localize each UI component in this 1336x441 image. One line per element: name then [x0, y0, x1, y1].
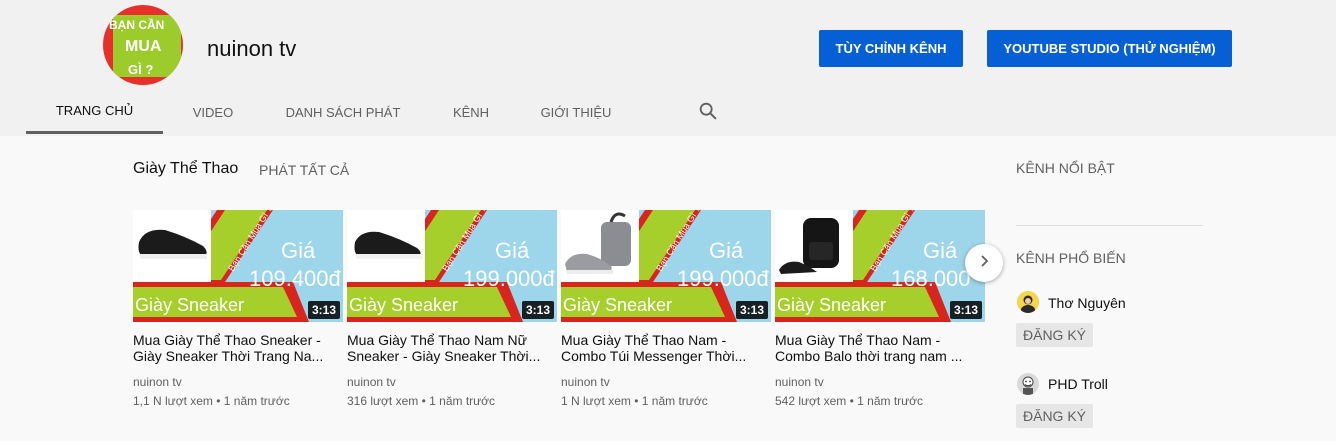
video-title[interactable]: Mua Giày Thể Thao Nam - Combo Túi Messen… [561, 332, 771, 366]
avatar-text-line-1: BẠN CẦN [109, 18, 165, 32]
video-card[interactable]: Bạn Cần Mua Gì ? Giá 199.000đ Giày Sneak… [561, 210, 771, 408]
video-thumbnail[interactable]: Bạn Cần Mua Gì ? Giá 199.000đ Giày Sneak… [347, 210, 557, 322]
avatar-text-line-3: GÌ ? [128, 62, 154, 77]
thumbnail-price-label: Giá [923, 238, 958, 263]
channel-tabs: TRANG CHỦ VIDEO DANH SÁCH PHÁT KÊNH GIỚI… [26, 90, 633, 136]
avatar-text-line-2: MUA [125, 38, 162, 55]
channel-avatar-phd-troll[interactable] [1017, 373, 1039, 395]
video-thumbnail[interactable]: Bạn Cần Mua Gì ? Giá 199.000đ Giày Sneak… [561, 210, 771, 322]
subscribe-button[interactable]: ĐĂNG KÝ [1016, 404, 1094, 428]
thumbnail-price-label: Giá [495, 238, 530, 263]
video-meta: 1 N lượt xem • 1 năm trước [561, 394, 708, 408]
thumbnail-price-label: Giá [281, 238, 316, 263]
youtube-studio-button[interactable]: YOUTUBE STUDIO (THỬ NGHIỆM) [987, 30, 1232, 67]
thumbnail-price: 109.400đ [249, 266, 341, 291]
video-duration: 3:13 [735, 301, 768, 319]
thumbnail-caption: Giày Sneaker [135, 295, 245, 315]
channel-avatar-tho-nguyen[interactable] [1017, 291, 1039, 313]
video-meta: 316 lượt xem • 1 năm trước [347, 394, 496, 408]
channel-avatar[interactable]: BẠN CẦN MUA GÌ ? [103, 5, 183, 85]
popular-channels-title: KÊNH PHỔ BIẾN [1016, 250, 1126, 266]
thumbnail-price: 199.000đ [463, 266, 555, 291]
thumbnail-price-label: Giá [709, 238, 744, 263]
tab-channels[interactable]: KÊNH [423, 90, 519, 134]
video-card[interactable]: Bạn Cần Mua Gì ? Giá 199.000đ Giày Sneak… [347, 210, 557, 408]
channel-name: nuinon tv [207, 36, 297, 61]
chevron-right-icon [977, 254, 991, 273]
subscribe-button[interactable]: ĐĂNG KÝ [1016, 323, 1094, 347]
channel-header: BẠN CẦN MUA GÌ ? nuinon tv TÙY CHỈNH KÊN… [0, 0, 1336, 136]
video-card[interactable]: Bạn Cần Mua Gì ? Giá 168.000 Giày Sneake… [775, 210, 985, 408]
video-channel[interactable]: nuinon tv [775, 375, 985, 389]
video-card[interactable]: Bạn Cần Mua Gì ? Giá 109.400đ Giày Sneak… [133, 210, 343, 408]
next-arrow-button[interactable] [965, 244, 1003, 282]
tab-videos[interactable]: VIDEO [163, 90, 263, 134]
play-all-button[interactable]: PHÁT TẤT CẢ [259, 162, 349, 178]
video-channel[interactable]: nuinon tv [561, 375, 771, 389]
video-duration: 3:13 [949, 301, 982, 319]
sidebar-divider [1016, 225, 1203, 226]
channel-name-tho-nguyen[interactable]: Thơ Nguyên [1048, 295, 1126, 311]
tab-about[interactable]: GIỚI THIỆU [519, 90, 633, 134]
channel-name-phd-troll[interactable]: PHD Troll [1048, 376, 1108, 392]
video-channel[interactable]: nuinon tv [347, 375, 557, 389]
video-thumbnail[interactable]: Bạn Cần Mua Gì ? Giá 168.000 Giày Sneake… [775, 210, 985, 322]
thumbnail-price: 168.000 [891, 266, 971, 291]
video-title[interactable]: Mua Giày Thể Thao Nam - Combo Balo thời … [775, 332, 985, 366]
search-icon[interactable] [697, 100, 719, 122]
video-title[interactable]: Mua Giày Thể Thao Sneaker - Giày Sneaker… [133, 332, 343, 366]
tab-home[interactable]: TRANG CHỦ [26, 90, 163, 134]
video-duration: 3:13 [521, 301, 554, 319]
tab-playlists[interactable]: DANH SÁCH PHÁT [263, 90, 423, 134]
shelf-title[interactable]: Giày Thể Thao [133, 160, 238, 178]
video-title[interactable]: Mua Giày Thể Thao Nam Nữ Sneaker - Giày … [347, 332, 557, 366]
thumbnail-caption: Giày Sneaker [349, 295, 459, 315]
customize-channel-button[interactable]: TÙY CHỈNH KÊNH [819, 30, 963, 67]
featured-channels-title: KÊNH NỔI BẬT [1016, 160, 1115, 176]
video-meta: 542 lượt xem • 1 năm trước [775, 394, 924, 408]
thumbnail-caption: Giày Sneaker [777, 295, 887, 315]
thumbnail-price: 199.000đ [677, 266, 769, 291]
thumbnail-caption: Giày Sneaker [563, 295, 673, 315]
video-thumbnail[interactable]: Bạn Cần Mua Gì ? Giá 109.400đ Giày Sneak… [133, 210, 343, 322]
video-duration: 3:13 [307, 301, 340, 319]
video-channel[interactable]: nuinon tv [133, 375, 343, 389]
video-meta: 1,1 N lượt xem • 1 năm trước [133, 394, 290, 408]
